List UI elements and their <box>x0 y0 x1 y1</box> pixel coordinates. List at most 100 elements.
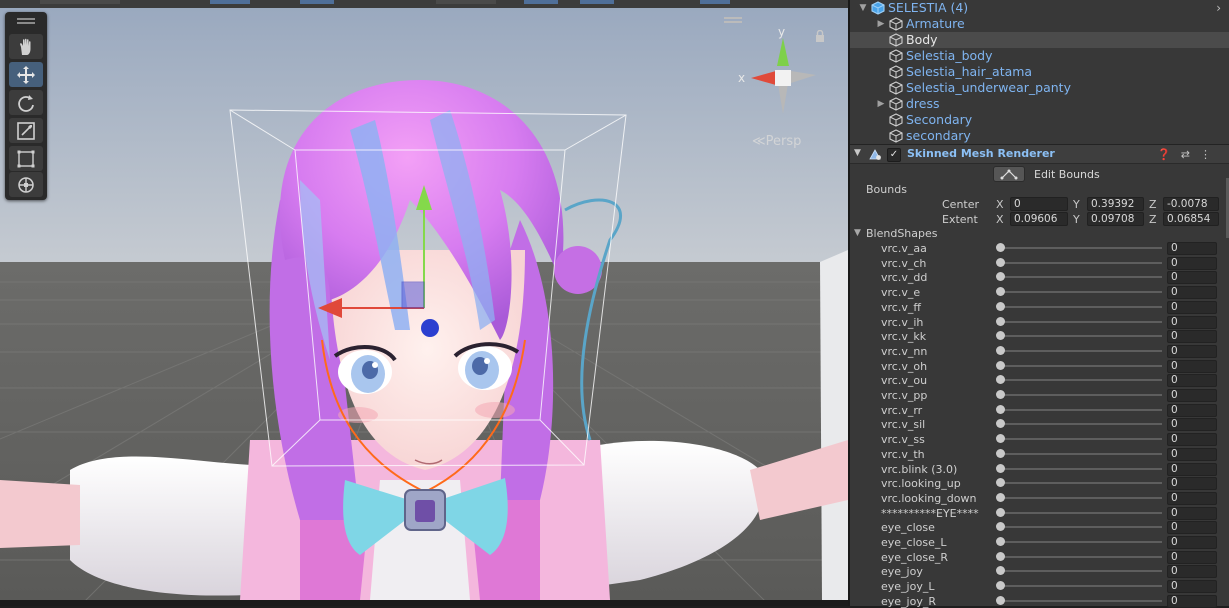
hierarchy-item[interactable]: Selestia_underwear_panty <box>850 80 1229 96</box>
blendshape-value-field[interactable]: 0 <box>1167 271 1217 285</box>
blendshape-slider-track[interactable] <box>1000 511 1162 514</box>
blendshape-value-field[interactable]: 0 <box>1167 565 1217 579</box>
blendshape-slider-handle[interactable] <box>996 448 1005 458</box>
edit-bounds-button[interactable] <box>993 166 1025 182</box>
blendshape-slider-handle[interactable] <box>996 492 1005 502</box>
blendshape-value-field[interactable]: 0 <box>1167 418 1217 432</box>
blendshape-slider-handle[interactable] <box>996 360 1005 370</box>
blendshape-slider-track[interactable] <box>1000 570 1162 573</box>
blendshape-slider-handle[interactable] <box>996 522 1005 532</box>
blendshape-slider-track[interactable] <box>1000 394 1162 396</box>
blendshape-slider-handle[interactable] <box>996 272 1005 282</box>
blendshape-value-field[interactable]: 0 <box>1167 389 1217 402</box>
blendshape-slider-track[interactable] <box>1000 599 1162 602</box>
blendshape-slider-handle[interactable] <box>996 595 1005 605</box>
hierarchy-item[interactable]: ▶ Armature <box>850 16 1229 32</box>
blendshape-value-field[interactable]: 0 <box>1167 462 1217 476</box>
blendshape-value-field[interactable]: 0 <box>1167 256 1217 270</box>
blendshape-slider-handle[interactable] <box>996 581 1005 591</box>
blendshape-slider-handle[interactable] <box>996 551 1005 561</box>
blendshape-value-field[interactable]: 0 <box>1167 536 1217 549</box>
blendshape-slider-track[interactable] <box>1000 335 1162 338</box>
blendshape-slider-handle[interactable] <box>996 478 1005 488</box>
blendshape-value-field[interactable]: 0 <box>1167 506 1217 520</box>
blendshape-slider-handle[interactable] <box>996 566 1005 576</box>
blendshape-value-field[interactable]: 0 <box>1167 550 1217 564</box>
blendshape-slider-track[interactable] <box>1000 555 1162 558</box>
component-header[interactable]: ▼ ✓ Skinned Mesh Renderer ❓⇄⋮ <box>850 144 1229 164</box>
blendshape-slider-track[interactable] <box>1000 320 1162 323</box>
blendshape-value-field[interactable]: 0 <box>1167 300 1217 314</box>
blendshape-slider-track[interactable] <box>1000 526 1162 529</box>
expand-right-arrow-icon[interactable]: ▶ <box>876 96 886 112</box>
orientation-gizmo[interactable]: y x <box>736 26 826 126</box>
drag-handle-icon[interactable] <box>17 18 35 26</box>
blendshape-slider-handle[interactable] <box>996 419 1005 429</box>
blendshape-slider-handle[interactable] <box>996 390 1005 399</box>
preset-icon[interactable]: ⇄ <box>1181 148 1200 161</box>
hierarchy-item[interactable]: ▶ dress <box>850 96 1229 112</box>
blendshape-value-field[interactable]: 0 <box>1167 242 1217 255</box>
blendshape-slider-track[interactable] <box>1000 408 1162 411</box>
center-y-field[interactable]: 0.39392 <box>1087 197 1144 211</box>
blendshape-slider-track[interactable] <box>1000 452 1162 455</box>
extent-x-field[interactable]: 0.09606 <box>1010 212 1068 226</box>
chevron-right-icon[interactable]: › <box>1216 0 1221 16</box>
blendshape-slider-track[interactable] <box>1000 276 1162 279</box>
hierarchy-item[interactable]: Secondary <box>850 112 1229 128</box>
blendshape-slider-track[interactable] <box>1000 467 1162 470</box>
blendshape-value-field[interactable]: 0 <box>1167 403 1217 417</box>
blendshape-slider-handle[interactable] <box>996 434 1005 444</box>
scale-tool-button[interactable] <box>9 118 43 143</box>
blendshape-slider-handle[interactable] <box>996 345 1005 355</box>
rotate-tool-button[interactable] <box>9 90 43 115</box>
blendshape-slider-track[interactable] <box>1000 585 1162 588</box>
lock-icon[interactable] <box>815 30 825 42</box>
hierarchy-item[interactable]: ▼ SELESTIA (4) <box>850 0 1229 16</box>
blendshape-value-field[interactable]: 0 <box>1167 580 1217 594</box>
blendshape-value-field[interactable]: 0 <box>1167 447 1217 461</box>
blendshape-slider-handle[interactable] <box>996 537 1005 546</box>
blendshape-slider-track[interactable] <box>1000 438 1162 441</box>
foldout-arrow-icon[interactable]: ▼ <box>854 148 861 158</box>
scene-menu-icon[interactable] <box>724 17 742 23</box>
rect-tool-button[interactable] <box>9 146 43 171</box>
blendshape-slider-track[interactable] <box>1000 541 1162 543</box>
expand-down-arrow-icon[interactable]: ▼ <box>858 0 868 16</box>
blendshape-slider-handle[interactable] <box>996 301 1005 311</box>
blendshape-slider-handle[interactable] <box>996 243 1005 252</box>
blendshape-value-field[interactable]: 0 <box>1167 344 1217 358</box>
blendshape-slider-track[interactable] <box>1000 291 1162 294</box>
blendshape-slider-handle[interactable] <box>996 375 1005 385</box>
blendshape-value-field[interactable]: 0 <box>1167 315 1217 329</box>
scene-viewport[interactable] <box>0 0 848 606</box>
blendshape-slider-track[interactable] <box>1000 364 1162 367</box>
center-z-field[interactable]: -0.0078 <box>1163 197 1219 211</box>
blendshape-slider-track[interactable] <box>1000 261 1162 264</box>
blendshape-value-field[interactable]: 0 <box>1167 521 1217 535</box>
scene-view[interactable]: y x ≪Persp <box>0 0 848 606</box>
transform-tool-button[interactable] <box>9 172 43 197</box>
hierarchy-item[interactable]: Selestia_body <box>850 48 1229 64</box>
blendshape-value-field[interactable]: 0 <box>1167 374 1217 388</box>
blendshape-slider-track[interactable] <box>1000 379 1162 382</box>
blendshape-slider-handle[interactable] <box>996 404 1005 414</box>
blendshape-slider-track[interactable] <box>1000 423 1162 426</box>
blendshapes-foldout-icon[interactable]: ▼ <box>854 228 861 238</box>
extent-z-field[interactable]: 0.06854 <box>1163 212 1219 226</box>
blendshape-slider-handle[interactable] <box>996 257 1005 267</box>
blendshape-value-field[interactable]: 0 <box>1167 433 1217 447</box>
blendshape-value-field[interactable]: 0 <box>1167 330 1217 344</box>
projection-toggle[interactable]: ≪Persp <box>752 134 801 149</box>
blendshape-value-field[interactable]: 0 <box>1167 491 1217 505</box>
center-x-field[interactable]: 0 <box>1010 197 1068 211</box>
blendshape-slider-handle[interactable] <box>996 463 1005 473</box>
blendshape-slider-track[interactable] <box>1000 482 1162 485</box>
blendshape-slider-track[interactable] <box>1000 349 1162 352</box>
kebab-menu-icon[interactable]: ⋮ <box>1200 148 1221 161</box>
hierarchy-item[interactable]: secondary <box>850 128 1229 144</box>
blendshape-slider-handle[interactable] <box>996 287 1005 297</box>
extent-y-field[interactable]: 0.09708 <box>1087 212 1144 226</box>
hand-tool-button[interactable] <box>9 34 43 59</box>
component-enabled-checkbox[interactable]: ✓ <box>887 148 901 162</box>
